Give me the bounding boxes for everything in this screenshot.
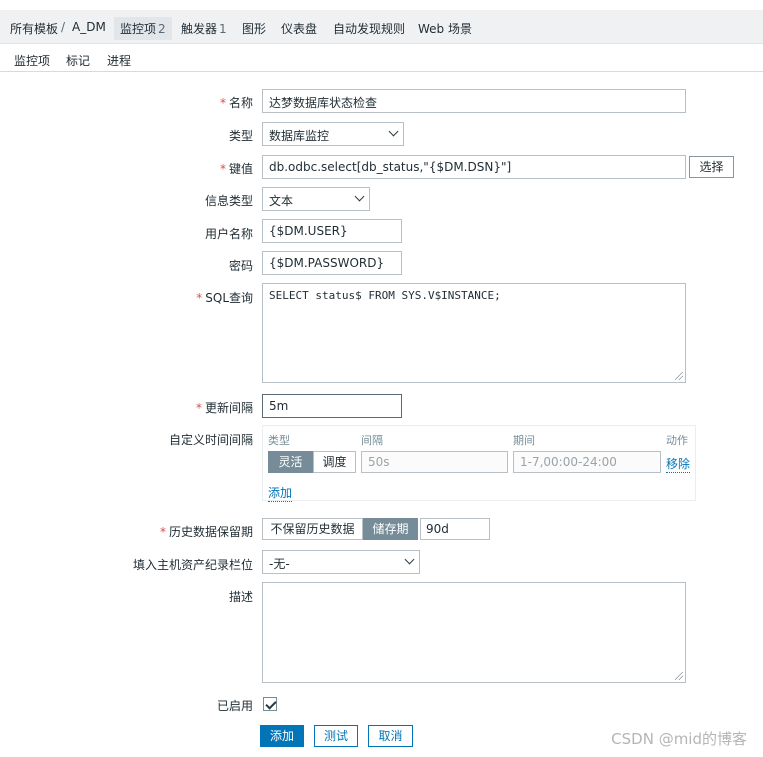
form-tabs: 监控项 标记 进程	[0, 44, 763, 77]
inventory-select-value: -无-	[269, 557, 290, 571]
description-textarea[interactable]	[262, 582, 686, 683]
inventory-select[interactable]: -无-	[262, 550, 420, 574]
enabled-checkbox[interactable]	[263, 697, 277, 711]
chevron-down-icon	[404, 554, 415, 565]
breadcrumb-discovery[interactable]: 自动发现规则	[333, 20, 405, 37]
inventory-label: 填入主机资产纪录栏位	[132, 558, 253, 572]
history-period-input[interactable]: 90d	[420, 518, 490, 540]
custom-col-period: 期间	[513, 434, 535, 447]
breadcrumb-items-count: 2	[158, 22, 166, 36]
type-select-value: 数据库监控	[269, 129, 330, 143]
type-label: 类型	[228, 129, 253, 143]
key-input[interactable]: db.odbc.select[db_status,"{$DM.DSN}"]	[262, 155, 686, 179]
info-type-select-value: 文本	[269, 194, 294, 208]
breadcrumb-triggers[interactable]: 触发器 1	[181, 20, 227, 37]
breadcrumb-web[interactable]: Web 场景	[418, 20, 472, 37]
key-label: * 键值	[219, 162, 253, 176]
test-button[interactable]: 测试	[314, 725, 358, 747]
custom-interval-input[interactable]: 50s	[361, 451, 508, 473]
custom-remove-link[interactable]: 移除	[666, 455, 691, 473]
add-button[interactable]: 添加	[260, 725, 304, 747]
name-label-text: 名称	[228, 96, 253, 110]
custom-col-action: 动作	[666, 434, 688, 447]
interval-label: * 更新间隔	[195, 401, 253, 415]
history-store-button[interactable]: 储存期	[363, 518, 418, 540]
custom-col-type: 类型	[268, 434, 290, 447]
history-no-storage-button[interactable]: 不保留历史数据	[262, 518, 363, 540]
breadcrumb-template[interactable]: A_DM	[72, 20, 106, 34]
interval-label-text: 更新间隔	[204, 401, 253, 415]
name-input[interactable]: 达梦数据库状态检查	[262, 89, 686, 113]
type-select[interactable]: 数据库监控	[262, 122, 404, 146]
sql-textarea[interactable]: SELECT status$ FROM SYS.V$INSTANCE;	[262, 283, 686, 383]
breadcrumb-bar: 所有模板 / A_DM 监控项 2 触发器 1 图形 仪表盘 自动发现规则 Web …	[0, 10, 763, 44]
custom-type-flexible[interactable]: 灵活	[268, 451, 313, 473]
custom-intervals-label: 自定义时间间隔	[168, 433, 253, 447]
enabled-label: 已启用	[216, 699, 253, 713]
password-input[interactable]: {$DM.PASSWORD}	[262, 251, 402, 275]
tab-preprocessing[interactable]: 进程	[107, 52, 131, 69]
sql-label: * SQL查询	[196, 291, 253, 305]
breadcrumb-all-templates[interactable]: 所有模板	[10, 20, 58, 37]
custom-col-interval: 间隔	[361, 434, 383, 447]
interval-input[interactable]: 5m	[262, 394, 402, 418]
username-label: 用户名称	[204, 227, 253, 241]
resize-grip-icon[interactable]	[675, 672, 683, 680]
chevron-down-icon	[354, 191, 365, 202]
key-label-text: 键值	[228, 162, 253, 176]
breadcrumb-graphs[interactable]: 图形	[242, 20, 266, 37]
custom-add-link[interactable]: 添加	[268, 484, 293, 502]
breadcrumb-items[interactable]: 监控项 2	[114, 17, 172, 40]
custom-period-input[interactable]: 1-7,00:00-24:00	[513, 451, 661, 473]
key-select-button[interactable]: 选择	[689, 156, 734, 178]
history-label-text: 历史数据保留期	[168, 525, 253, 539]
info-type-select[interactable]: 文本	[262, 187, 370, 211]
description-label: 描述	[228, 590, 253, 604]
name-label: * 名称	[219, 96, 253, 110]
username-input[interactable]: {$DM.USER}	[262, 219, 402, 243]
custom-type-scheduling[interactable]: 调度	[313, 451, 356, 473]
breadcrumb-separator: /	[61, 20, 66, 34]
history-label: * 历史数据保留期	[159, 525, 253, 539]
sql-label-text: SQL查询	[205, 291, 253, 305]
breadcrumb-items-label: 监控项	[120, 22, 157, 36]
sql-textarea-value: SELECT status$ FROM SYS.V$INSTANCE;	[269, 289, 501, 302]
tab-tags[interactable]: 标记	[66, 52, 90, 69]
breadcrumb-triggers-label: 触发器	[181, 22, 218, 36]
breadcrumb-triggers-count: 1	[219, 22, 227, 36]
info-type-label: 信息类型	[204, 194, 253, 208]
cancel-button[interactable]: 取消	[368, 725, 413, 747]
chevron-down-icon	[388, 126, 399, 137]
password-label: 密码	[228, 259, 253, 273]
csdn-watermark: CSDN @mid的博客	[611, 730, 747, 748]
resize-grip-icon[interactable]	[675, 372, 683, 380]
breadcrumb-dashboards[interactable]: 仪表盘	[281, 20, 317, 37]
